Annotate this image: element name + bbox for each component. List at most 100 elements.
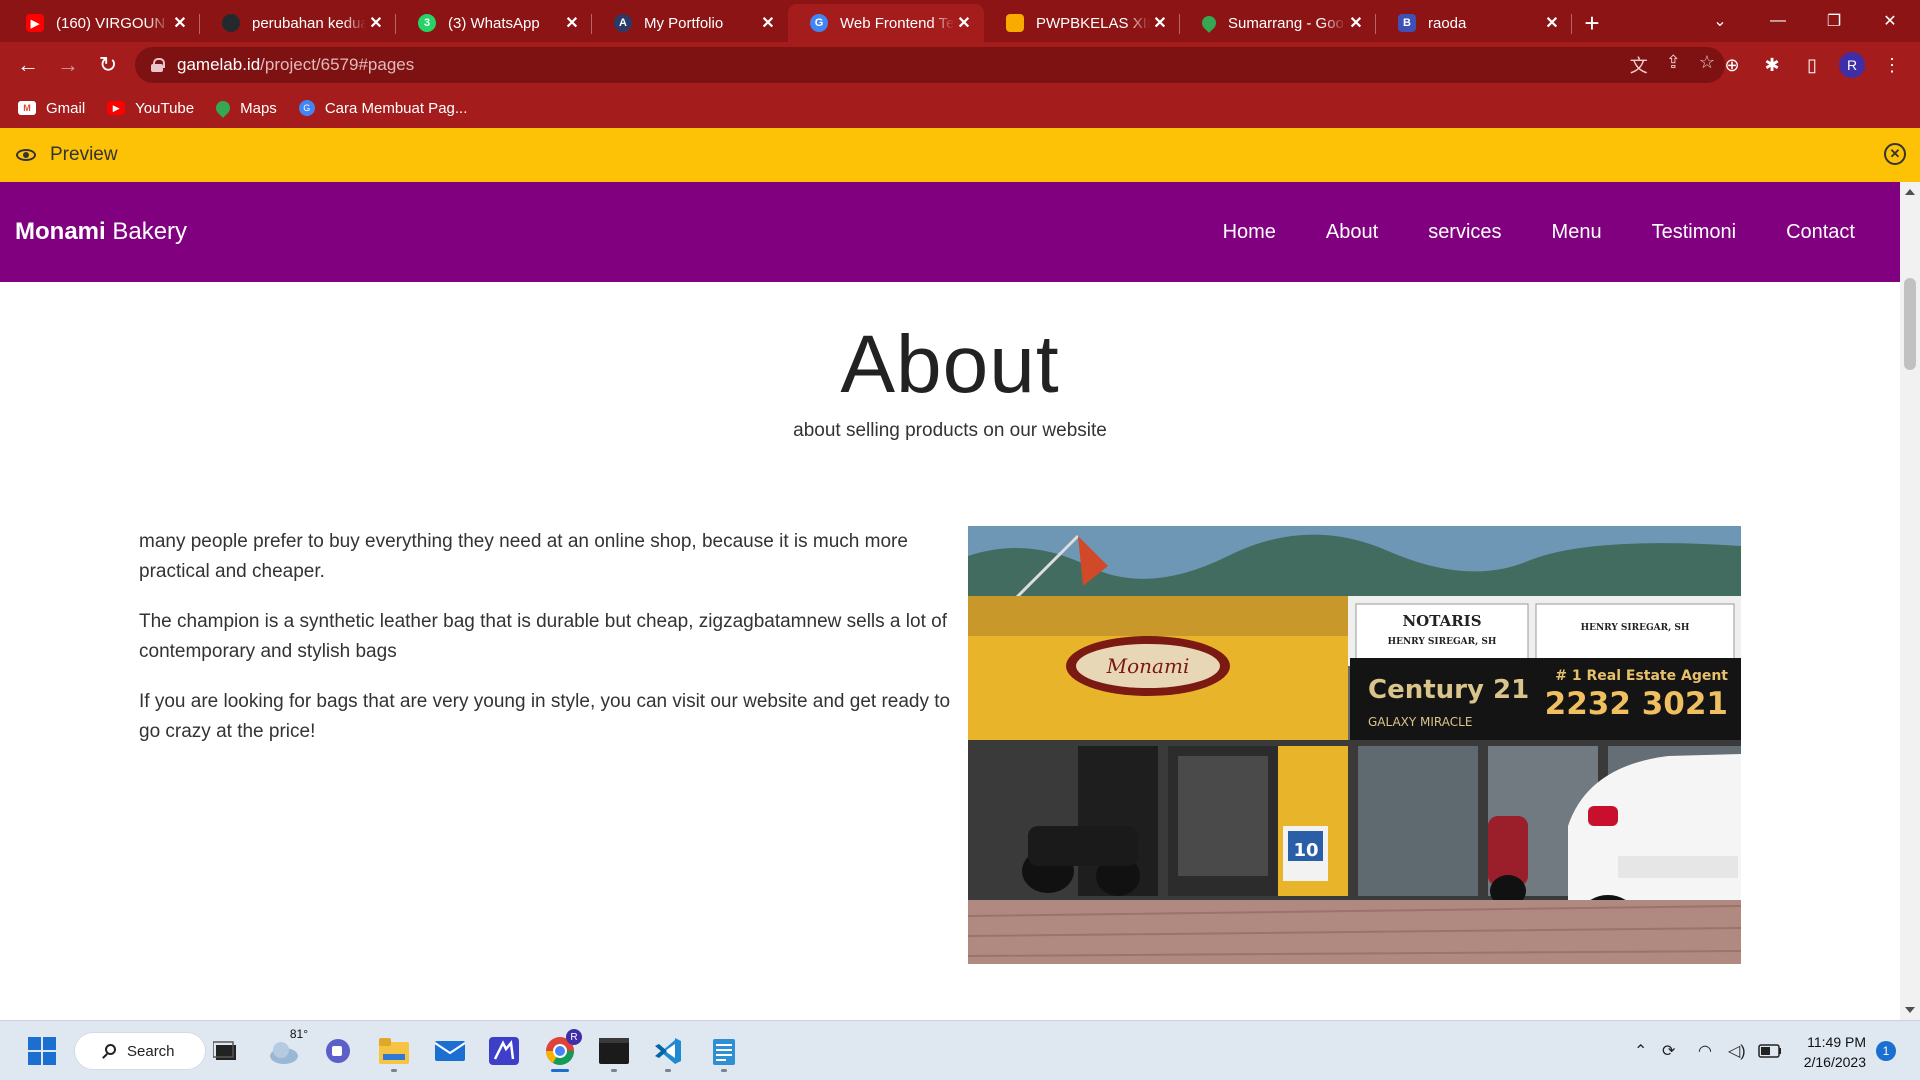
scroll-up-icon[interactable]: [1905, 189, 1915, 195]
close-tab-icon[interactable]: ✕: [366, 13, 386, 33]
site-navbar: Monami Bakery Home About services Menu T…: [0, 182, 1900, 282]
nav-about[interactable]: About: [1301, 221, 1403, 244]
bookmark-maps[interactable]: Maps: [213, 98, 277, 118]
browser-tab-active[interactable]: G Web Frontend Te ✕: [788, 4, 984, 42]
preview-label: Preview: [50, 144, 118, 165]
share-icon[interactable]: ⇪: [1666, 52, 1681, 78]
vscode-icon[interactable]: [646, 1029, 690, 1073]
browser-tab[interactable]: Sumarrang - Goo ✕: [1180, 4, 1376, 42]
volume-icon[interactable]: ◁): [1728, 1021, 1746, 1080]
close-tab-icon[interactable]: ✕: [1150, 13, 1170, 33]
close-tab-icon[interactable]: ✕: [954, 13, 974, 33]
bookmark-gmail[interactable]: M Gmail: [18, 100, 85, 117]
terminal-icon[interactable]: [592, 1029, 636, 1073]
browser-tab[interactable]: ▶ (160) VIRGOUN - ✕: [4, 4, 200, 42]
bookmark-youtube[interactable]: ▶ YouTube: [107, 100, 194, 117]
preview-banner: Preview ✕: [0, 128, 1920, 182]
youtube-icon: ▶: [26, 14, 44, 32]
browser-tab[interactable]: perubahan kedua ✕: [200, 4, 396, 42]
mail-icon[interactable]: [428, 1029, 472, 1073]
gamelab-icon: G: [810, 14, 828, 32]
more-menu-icon[interactable]: ⋮: [1872, 42, 1912, 88]
new-tab-button[interactable]: +: [1572, 4, 1612, 42]
about-heading: About: [840, 319, 1060, 410]
maps-icon: [1199, 13, 1219, 33]
search-icon: [105, 1044, 116, 1055]
about-paragraph: If you are looking for bags that are ver…: [139, 691, 951, 742]
portfolio-icon: A: [614, 14, 632, 32]
bookmark-gamelab[interactable]: G Cara Membuat Pag...: [298, 100, 467, 117]
scroll-down-icon[interactable]: [1905, 1007, 1915, 1013]
windows-start-icon[interactable]: [20, 1029, 64, 1073]
site-brand[interactable]: Monami Bakery: [15, 218, 187, 246]
tab-search-icon[interactable]: ⌄: [1692, 0, 1748, 42]
address-bar[interactable]: gamelab.id/project/6579#pages 文 ⇪ ☆: [135, 47, 1725, 83]
weather-widget-icon[interactable]: 81°: [262, 1027, 308, 1073]
close-tab-icon[interactable]: ✕: [1542, 13, 1562, 33]
close-tab-icon[interactable]: ✕: [1346, 13, 1366, 33]
tab-title: raoda: [1428, 14, 1467, 32]
tab-title: Web Frontend Te: [840, 14, 954, 32]
notification-badge[interactable]: 1: [1876, 1041, 1896, 1061]
nav-contact[interactable]: Contact: [1761, 221, 1880, 244]
browser-toolbar: ← → ↻ gamelab.id/project/6579#pages 文 ⇪ …: [0, 42, 1920, 88]
about-text: many people prefer to buy everything the…: [139, 527, 954, 767]
gamelab-icon: G: [298, 100, 315, 116]
reload-icon[interactable]: ↻: [88, 45, 128, 85]
forward-icon[interactable]: →: [48, 45, 88, 85]
agent-tag: # 1 Real Estate Agent: [1555, 668, 1728, 684]
lock-icon[interactable]: [151, 58, 165, 72]
eye-icon: [16, 149, 36, 161]
youtube-icon: ▶: [107, 101, 126, 115]
tab-title: (160) VIRGOUN -: [56, 14, 170, 32]
browser-tab[interactable]: 3 (3) WhatsApp ✕: [396, 4, 592, 42]
wifi-icon[interactable]: ◠: [1698, 1021, 1712, 1080]
browser-tab[interactable]: PWPBKELAS XII R ✕: [984, 4, 1180, 42]
file-explorer-icon[interactable]: [372, 1029, 416, 1073]
teams-chat-icon[interactable]: [316, 1029, 360, 1073]
notaris-name: HENRY SIREGAR, SH: [1388, 637, 1497, 647]
browser-tab-strip: ▶ (160) VIRGOUN - ✕ perubahan kedua ✕ 3 …: [0, 0, 1920, 42]
maps-icon: [213, 98, 234, 118]
minimize-icon[interactable]: —: [1750, 0, 1806, 42]
tab-title: perubahan kedua: [252, 14, 366, 32]
nav-services[interactable]: services: [1403, 221, 1526, 244]
close-tab-icon[interactable]: ✕: [562, 13, 582, 33]
url-text[interactable]: gamelab.id/project/6579#pages: [177, 55, 414, 75]
classroom-icon: [1006, 14, 1024, 32]
battery-icon[interactable]: [1758, 1021, 1782, 1080]
task-view-icon[interactable]: [204, 1029, 248, 1073]
nav-menu[interactable]: Menu: [1527, 221, 1627, 244]
profile-button[interactable]: R: [1832, 42, 1872, 88]
close-window-icon[interactable]: ✕: [1862, 0, 1918, 42]
close-preview-icon[interactable]: ✕: [1884, 143, 1906, 165]
close-tab-icon[interactable]: ✕: [758, 13, 778, 33]
back-icon[interactable]: ←: [8, 45, 48, 85]
translate-icon[interactable]: 文: [1630, 52, 1648, 78]
sync-icon[interactable]: ⟳: [1662, 1021, 1675, 1080]
scrollbar-thumb[interactable]: [1904, 278, 1916, 370]
nav-home[interactable]: Home: [1198, 221, 1301, 244]
close-tab-icon[interactable]: ✕: [170, 13, 190, 33]
notaris-title: NOTARIS: [1402, 612, 1481, 630]
avatar: R: [1839, 52, 1865, 78]
restore-icon[interactable]: ❐: [1806, 0, 1862, 42]
browser-tab[interactable]: A My Portfolio ✕: [592, 4, 788, 42]
extensions-puzzle-icon[interactable]: ✱: [1752, 42, 1792, 88]
notepad-icon[interactable]: [702, 1029, 746, 1073]
side-panel-icon[interactable]: ▯: [1792, 42, 1832, 88]
browser-tab[interactable]: B raoda ✕: [1376, 4, 1572, 42]
weather-temp: 81°: [289, 1027, 308, 1041]
nav-testimoni[interactable]: Testimoni: [1627, 221, 1761, 244]
profile-badge: R: [566, 1029, 582, 1045]
system-clock[interactable]: 11:49 PM 2/16/2023: [1804, 1032, 1866, 1072]
show-hidden-icons[interactable]: ⌃: [1634, 1021, 1647, 1080]
storefront-photo: NOTARIS HENRY SIREGAR, SH HENRY SIREGAR,…: [968, 526, 1741, 964]
chrome-icon[interactable]: R: [538, 1029, 582, 1073]
studio-app-icon[interactable]: [482, 1029, 526, 1073]
extension-plus-icon[interactable]: ⊕: [1712, 42, 1752, 88]
phone-number: 2232 3021: [1545, 686, 1728, 722]
taskbar-search[interactable]: Search: [74, 1032, 206, 1070]
github-icon: [222, 14, 240, 32]
page-scrollbar[interactable]: [1900, 182, 1920, 1020]
